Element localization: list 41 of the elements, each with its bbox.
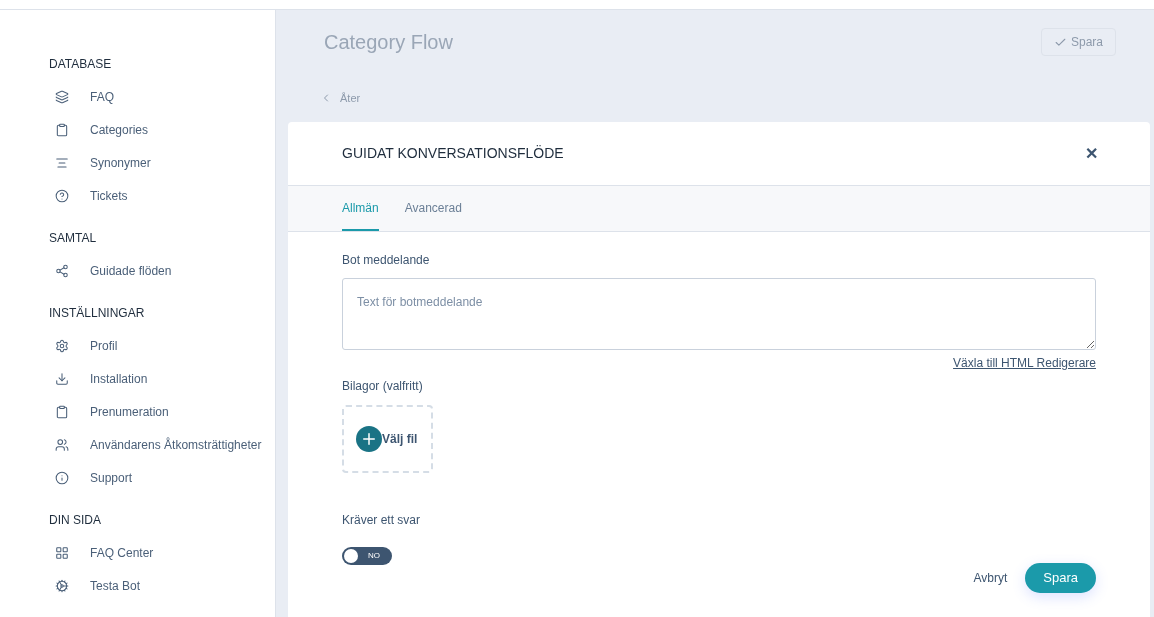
close-button[interactable]: ✕ — [1085, 141, 1098, 166]
download-icon — [55, 371, 69, 386]
sidebar-item[interactable]: Installation — [49, 362, 275, 395]
users-icon — [55, 437, 69, 452]
page-title: Category Flow — [324, 30, 453, 55]
field-label: Bilagor (valfritt) — [342, 378, 424, 395]
tab[interactable]: Avancerad — [404, 186, 462, 231]
section-heading: DATABASE — [49, 56, 113, 73]
section-heading: SAMTAL — [49, 230, 98, 247]
sidebar-item[interactable]: Categories — [49, 113, 275, 146]
settings-icon — [55, 338, 69, 353]
sidebar-item[interactable]: Tickets — [49, 179, 275, 212]
message-field[interactable]: Text för botmeddelande — [342, 278, 1096, 350]
plus-icon — [356, 426, 382, 452]
field-label: Kräver ett svar — [342, 512, 422, 529]
file-upload-button[interactable]: Välj fil — [342, 405, 433, 473]
sidebar-item[interactable]: Användarens Åtkomsträttigheter — [49, 428, 275, 461]
grid-icon — [55, 545, 69, 560]
info-icon — [55, 470, 69, 485]
toggle-switch[interactable]: NO — [342, 547, 392, 565]
cancel-button[interactable]: Avbryt — [973, 569, 1008, 587]
sidebar-item[interactable]: Prenumeration — [49, 395, 275, 428]
lines-icon — [55, 155, 69, 170]
sidebar-item[interactable]: Profil — [49, 329, 275, 362]
sidebar-item[interactable]: Synonymer — [49, 146, 275, 179]
sidebar-item[interactable]: FAQ Center — [49, 536, 275, 569]
sidebar-item[interactable]: Guidade flöden — [49, 254, 275, 287]
clipboard-icon — [55, 122, 69, 137]
share-icon — [55, 263, 69, 278]
section-heading: INSTÄLLNINGAR — [49, 305, 146, 322]
cogs-icon — [55, 578, 69, 593]
help-icon — [55, 188, 69, 203]
sidebar-item[interactable]: Testa Bot — [49, 569, 275, 602]
section-heading: DIN SIDA — [49, 512, 102, 529]
sidebar-item[interactable]: FAQ — [49, 80, 275, 113]
html-editor-link[interactable]: Växla till HTML Redigerare — [953, 354, 1096, 372]
modal-title: GUIDAT KONVERSATIONSFLÖDE — [342, 144, 564, 163]
field-label: Bot meddelande — [342, 252, 431, 269]
sidebar-item[interactable]: Support — [49, 461, 275, 494]
layers-icon — [55, 89, 69, 104]
clipboard-icon — [55, 404, 69, 419]
